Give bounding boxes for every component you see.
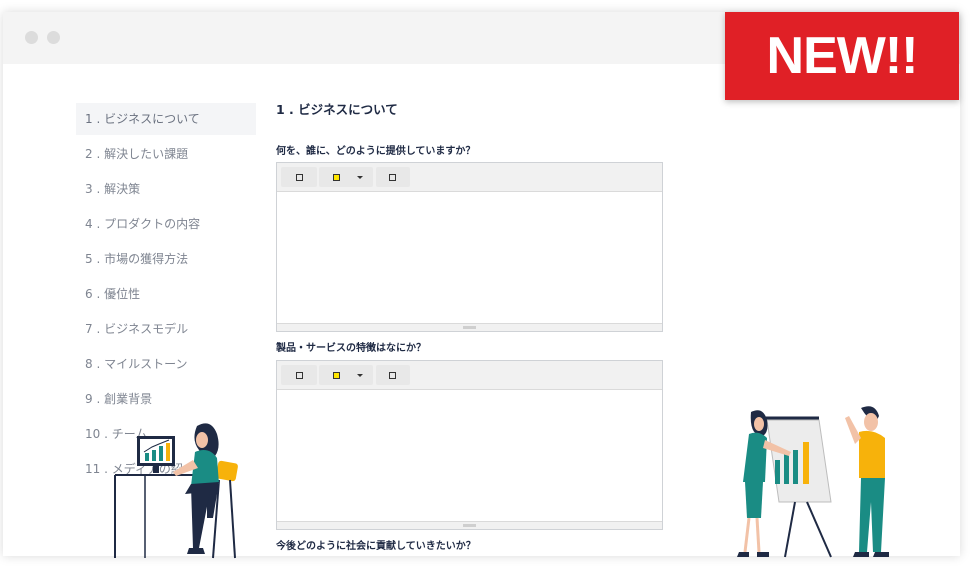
chevron-down-icon bbox=[357, 374, 363, 377]
rich-text-editor-2[interactable] bbox=[276, 360, 663, 530]
question-label-2: 製品・サービスの特徴はなにか？ bbox=[276, 343, 426, 354]
toolbar-button-highlight[interactable] bbox=[319, 365, 373, 385]
sidebar-item-advantage[interactable]: 6 . 優位性 bbox=[76, 278, 256, 310]
toolbar-button-clear[interactable] bbox=[376, 365, 410, 385]
sidebar-item-problem[interactable]: 2 . 解決したい課題 bbox=[76, 138, 256, 170]
editor-resize-handle[interactable] bbox=[277, 323, 662, 331]
editor-toolbar bbox=[277, 163, 662, 192]
grip-icon bbox=[463, 326, 476, 329]
format-icon bbox=[296, 174, 303, 181]
sidebar-item-market[interactable]: 5 . 市場の獲得方法 bbox=[76, 243, 256, 275]
highlight-color-icon bbox=[333, 174, 340, 181]
question-label-1: 何を、誰に、どのように提供していますか？ bbox=[276, 146, 476, 157]
sidebar-item-business[interactable]: 1 . ビジネスについて bbox=[76, 103, 256, 135]
highlight-color-icon bbox=[333, 372, 340, 379]
section-title: 1 . ビジネスについて bbox=[276, 102, 398, 117]
new-badge: NEW!! bbox=[725, 12, 959, 100]
window-close-dot[interactable] bbox=[25, 31, 38, 44]
clear-format-icon bbox=[389, 174, 396, 181]
sidebar-item-product[interactable]: 4 . プロダクトの内容 bbox=[76, 208, 256, 240]
question-label-3: 今後どのように社会に貢献していきたいか？ bbox=[276, 541, 476, 552]
sidebar-item-solution[interactable]: 3 . 解決策 bbox=[76, 173, 256, 205]
editor-toolbar bbox=[277, 361, 662, 390]
woman-at-desk-illustration bbox=[114, 423, 238, 559]
toolbar-button-clear[interactable] bbox=[376, 167, 410, 187]
editor-resize-handle[interactable] bbox=[277, 521, 662, 529]
toolbar-button-highlight[interactable] bbox=[319, 167, 373, 187]
chevron-down-icon bbox=[357, 176, 363, 179]
editor-text-area[interactable] bbox=[277, 390, 662, 521]
toolbar-button-format[interactable] bbox=[281, 167, 317, 187]
toolbar-button-format[interactable] bbox=[281, 365, 317, 385]
sidebar-item-business-model[interactable]: 7 . ビジネスモデル bbox=[76, 313, 256, 345]
window-minimize-dot[interactable] bbox=[47, 31, 60, 44]
format-icon bbox=[296, 372, 303, 379]
sidebar-item-background[interactable]: 9 . 創業背景 bbox=[76, 383, 256, 415]
clear-format-icon bbox=[389, 372, 396, 379]
sidebar-item-milestone[interactable]: 8 . マイルストーン bbox=[76, 348, 256, 380]
editor-text-area[interactable] bbox=[277, 192, 662, 323]
presentation-illustration bbox=[737, 406, 889, 558]
grip-icon bbox=[463, 524, 476, 527]
rich-text-editor-1[interactable] bbox=[276, 162, 663, 332]
